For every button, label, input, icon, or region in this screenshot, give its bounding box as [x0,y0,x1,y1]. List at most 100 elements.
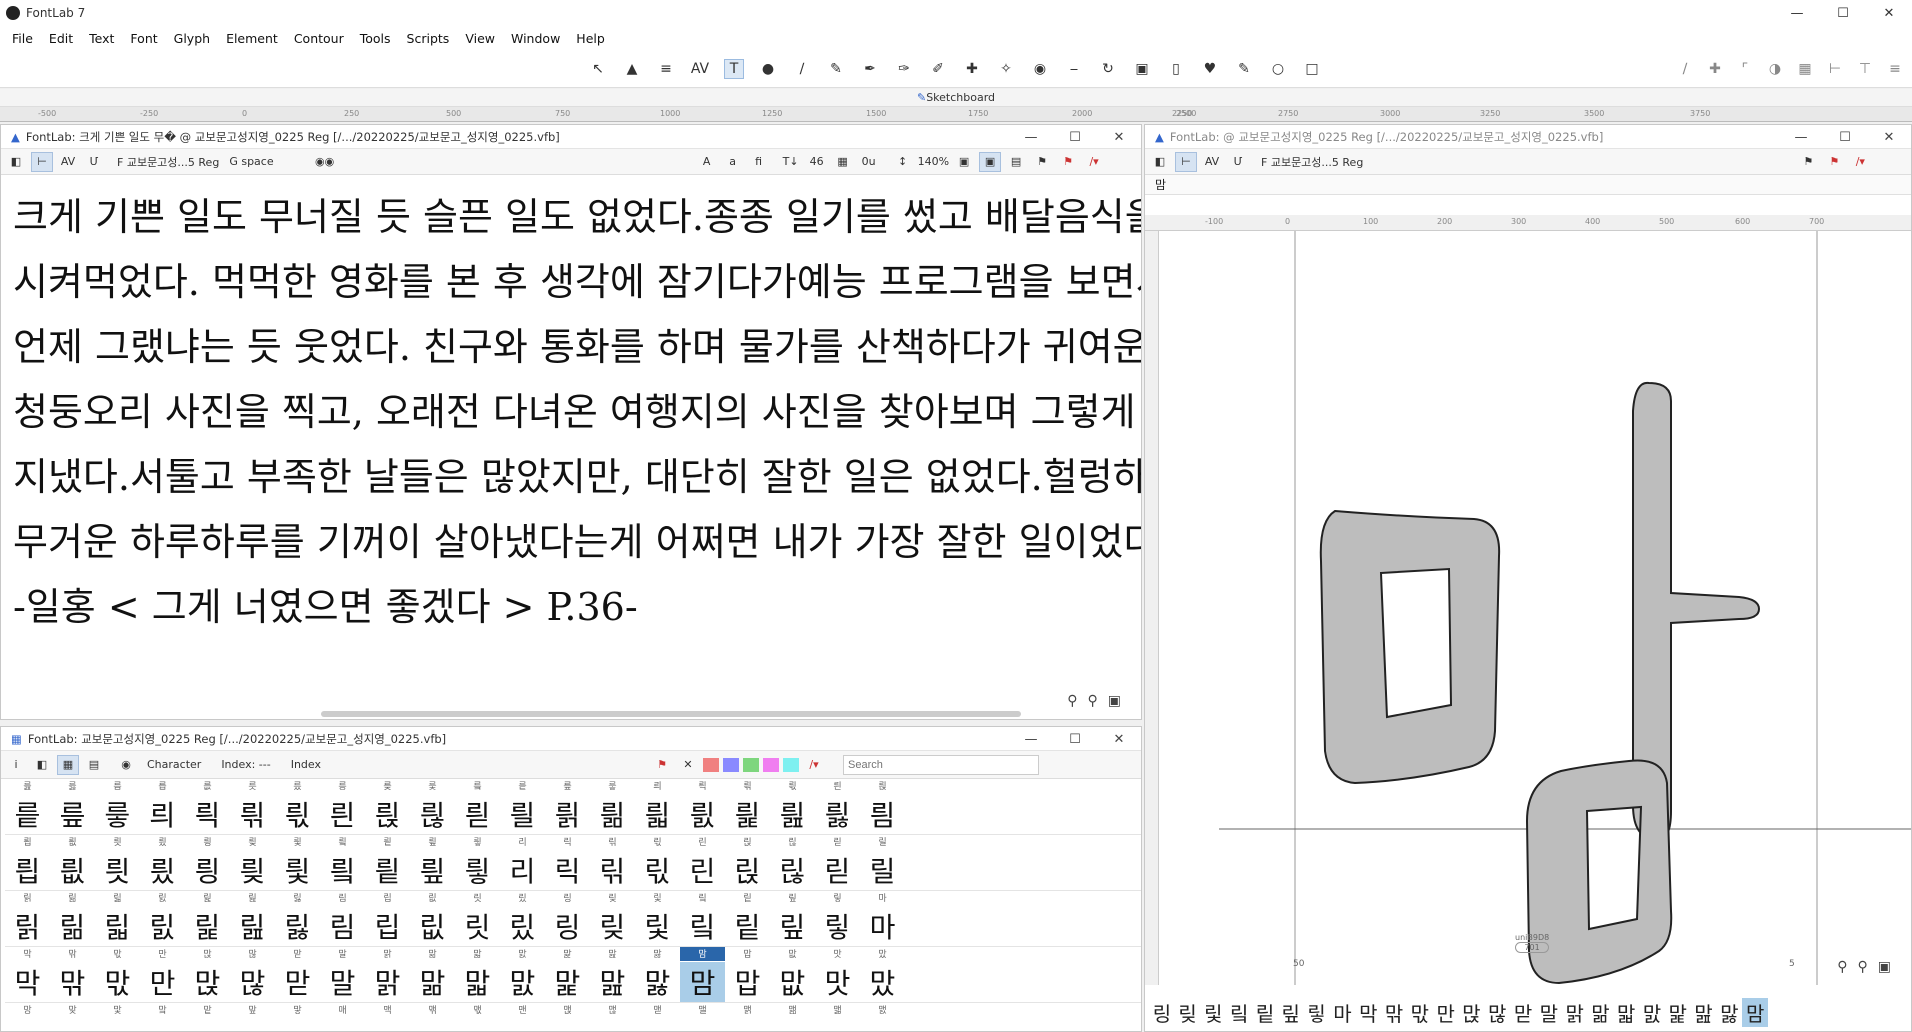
glyph-cell[interactable]: 릐 [140,794,185,834]
shape-tool-icon[interactable]: ♥ [1200,59,1220,79]
strip-glyph[interactable]: 말 [1536,998,1562,1027]
glyph-cell[interactable]: 릘 [500,794,545,834]
glyph-cell[interactable]: 릢 [50,850,95,890]
glyph-cell[interactable]: 릷 [95,906,140,946]
menu-view[interactable]: View [457,31,503,46]
glyph-cell[interactable]: 릫 [455,850,500,890]
glyph-cell[interactable]: 마 [860,906,905,946]
rsb-value[interactable]: 5 [1789,959,1795,969]
glyph-cell[interactable]: 맂 [590,906,635,946]
glyph-cell[interactable]: 릤 [140,850,185,890]
strip-glyph[interactable]: 맃 [1201,998,1227,1027]
strip-glyph[interactable]: 막 [1355,998,1381,1027]
font-size-value[interactable]: 46 [806,152,828,172]
glyph-text-field[interactable]: 맘 [1155,176,1166,193]
glyph-cell[interactable]: 릾 [410,906,455,946]
metrics-tool-icon[interactable]: ≡ [656,59,676,79]
maximize-icon[interactable]: ☐ [1823,125,1867,149]
corner-icon[interactable]: ⌜ [1735,59,1755,79]
strip-glyph[interactable]: 맏 [1510,998,1536,1027]
glyph-cell[interactable]: 릿 [455,906,500,946]
strip-glyph[interactable]: 맒 [1588,998,1614,1027]
knife-tool-icon[interactable]: ✚ [962,59,982,79]
color-swatch[interactable] [763,757,780,772]
glyph-cell[interactable]: 맙 [725,962,770,1002]
zoom-out-icon[interactable]: ⚲ [1837,959,1847,975]
color-slash-icon[interactable]: ∕▾ [1083,152,1105,172]
glyph-cell[interactable]: 릸 [140,906,185,946]
glyph-cell[interactable]: 릍 [5,794,50,834]
close-icon[interactable]: ✕ [1097,727,1141,751]
strip-glyph[interactable]: 맂 [1175,998,1201,1027]
flag-icon[interactable]: ⚑ [1823,152,1845,172]
glyph-cell[interactable]: 릜 [680,794,725,834]
glyph-cell[interactable]: 맚 [770,962,815,1002]
menu-edit[interactable]: Edit [41,31,81,46]
metrics-mode-icon[interactable]: ⊢ [1175,151,1197,172]
uppercase-icon[interactable]: A [696,152,718,172]
zoom-fit-icon[interactable]: ▣ [1108,693,1121,709]
menu-contour[interactable]: Contour [286,31,352,46]
glyph-cell[interactable]: 릯 [635,850,680,890]
glyph-cell[interactable]: 릖 [410,794,455,834]
color-swatch[interactable] [783,757,800,772]
glyph-cell[interactable]: 막 [5,962,50,1002]
sketchboard-tab[interactable]: ✎ Sketchboard [0,89,1912,107]
menu-scripts[interactable]: Scripts [399,31,458,46]
glyph-cell[interactable]: 릞 [770,794,815,834]
glyph-cell[interactable]: 릟 [815,794,860,834]
glyph-cell[interactable]: 릓 [275,794,320,834]
clear-color-icon[interactable]: ✕ [677,755,699,775]
menu-tools[interactable]: Tools [352,31,399,46]
frame-icon[interactable]: ▣ [979,151,1002,172]
minimize-icon[interactable]: — [1779,125,1823,149]
glyph-cell[interactable]: 맄 [680,906,725,946]
fill-mode-icon[interactable]: ◑ [1765,59,1785,79]
glyph-cell[interactable]: 릮 [590,850,635,890]
kerning-tool-icon[interactable]: AV [690,59,710,79]
rectangle-tool-icon[interactable]: □ [1302,59,1322,79]
zoom-value[interactable]: 140% [918,152,949,172]
glyph-cell[interactable]: 맃 [635,906,680,946]
glyph-cell[interactable]: 릻 [275,906,320,946]
glyph-cell[interactable]: 맕 [545,962,590,1002]
strip-glyph[interactable]: 맅 [1252,998,1278,1027]
strip-glyph[interactable]: 많 [1484,998,1510,1027]
panel-icon[interactable]: ▤ [1005,152,1027,172]
strip-glyph[interactable]: 맄 [1226,998,1252,1027]
minimize-icon[interactable]: — [1009,727,1053,751]
strip-glyph[interactable]: 맗 [1717,998,1743,1027]
glyph-cell[interactable]: 릕 [365,794,410,834]
fill-tool-icon[interactable]: ◉ [1030,59,1050,79]
strip-glyph[interactable]: 링 [1149,998,1175,1027]
guide-icon[interactable]: ⊢ [1825,59,1845,79]
lowercase-icon[interactable]: a [722,152,744,172]
flag-icon[interactable]: ⚑ [1057,152,1079,172]
index-button[interactable]: Index [291,755,321,775]
strip-glyph[interactable]: 맘 [1742,997,1769,1027]
glyph-cell[interactable]: 맜 [860,962,905,1002]
glyph-cell[interactable]: 릡 [5,850,50,890]
glyph-cell[interactable]: 맖 [590,962,635,1002]
glyph-cell[interactable]: 맀 [500,906,545,946]
glyph-cell[interactable]: 릵 [5,906,50,946]
text-editor-area[interactable]: 크게 기쁜 일도 무너질 듯 슬픈 일도 없었다.종종 일기를 썼고 배달음식을… [1,175,1141,705]
strip-glyph[interactable]: 맍 [1459,998,1485,1027]
strip-glyph[interactable]: 맑 [1562,998,1588,1027]
glyph-cell[interactable]: 릒 [230,794,275,834]
color-swatch[interactable] [723,757,740,772]
glyph-cell[interactable]: 리 [500,850,545,890]
lsb-value[interactable]: 50 [1293,959,1304,969]
glyph-cell[interactable]: 림 [320,906,365,946]
glyph-cell[interactable]: 릪 [410,850,455,890]
zoom-out-icon[interactable]: ⚲ [1067,693,1077,709]
menu-text[interactable]: Text [81,31,122,46]
maximize-icon[interactable]: ☐ [1053,125,1097,149]
menu-glyph[interactable]: Glyph [166,31,218,46]
rapid-tool-icon[interactable]: ✑ [894,59,914,79]
glyph-cell[interactable]: 릣 [95,850,140,890]
menu-help[interactable]: Help [568,31,613,46]
glyph-cell[interactable]: 릙 [545,794,590,834]
zoom-in-icon[interactable]: ⚲ [1088,693,1098,709]
maximize-icon[interactable]: ☐ [1053,727,1097,751]
